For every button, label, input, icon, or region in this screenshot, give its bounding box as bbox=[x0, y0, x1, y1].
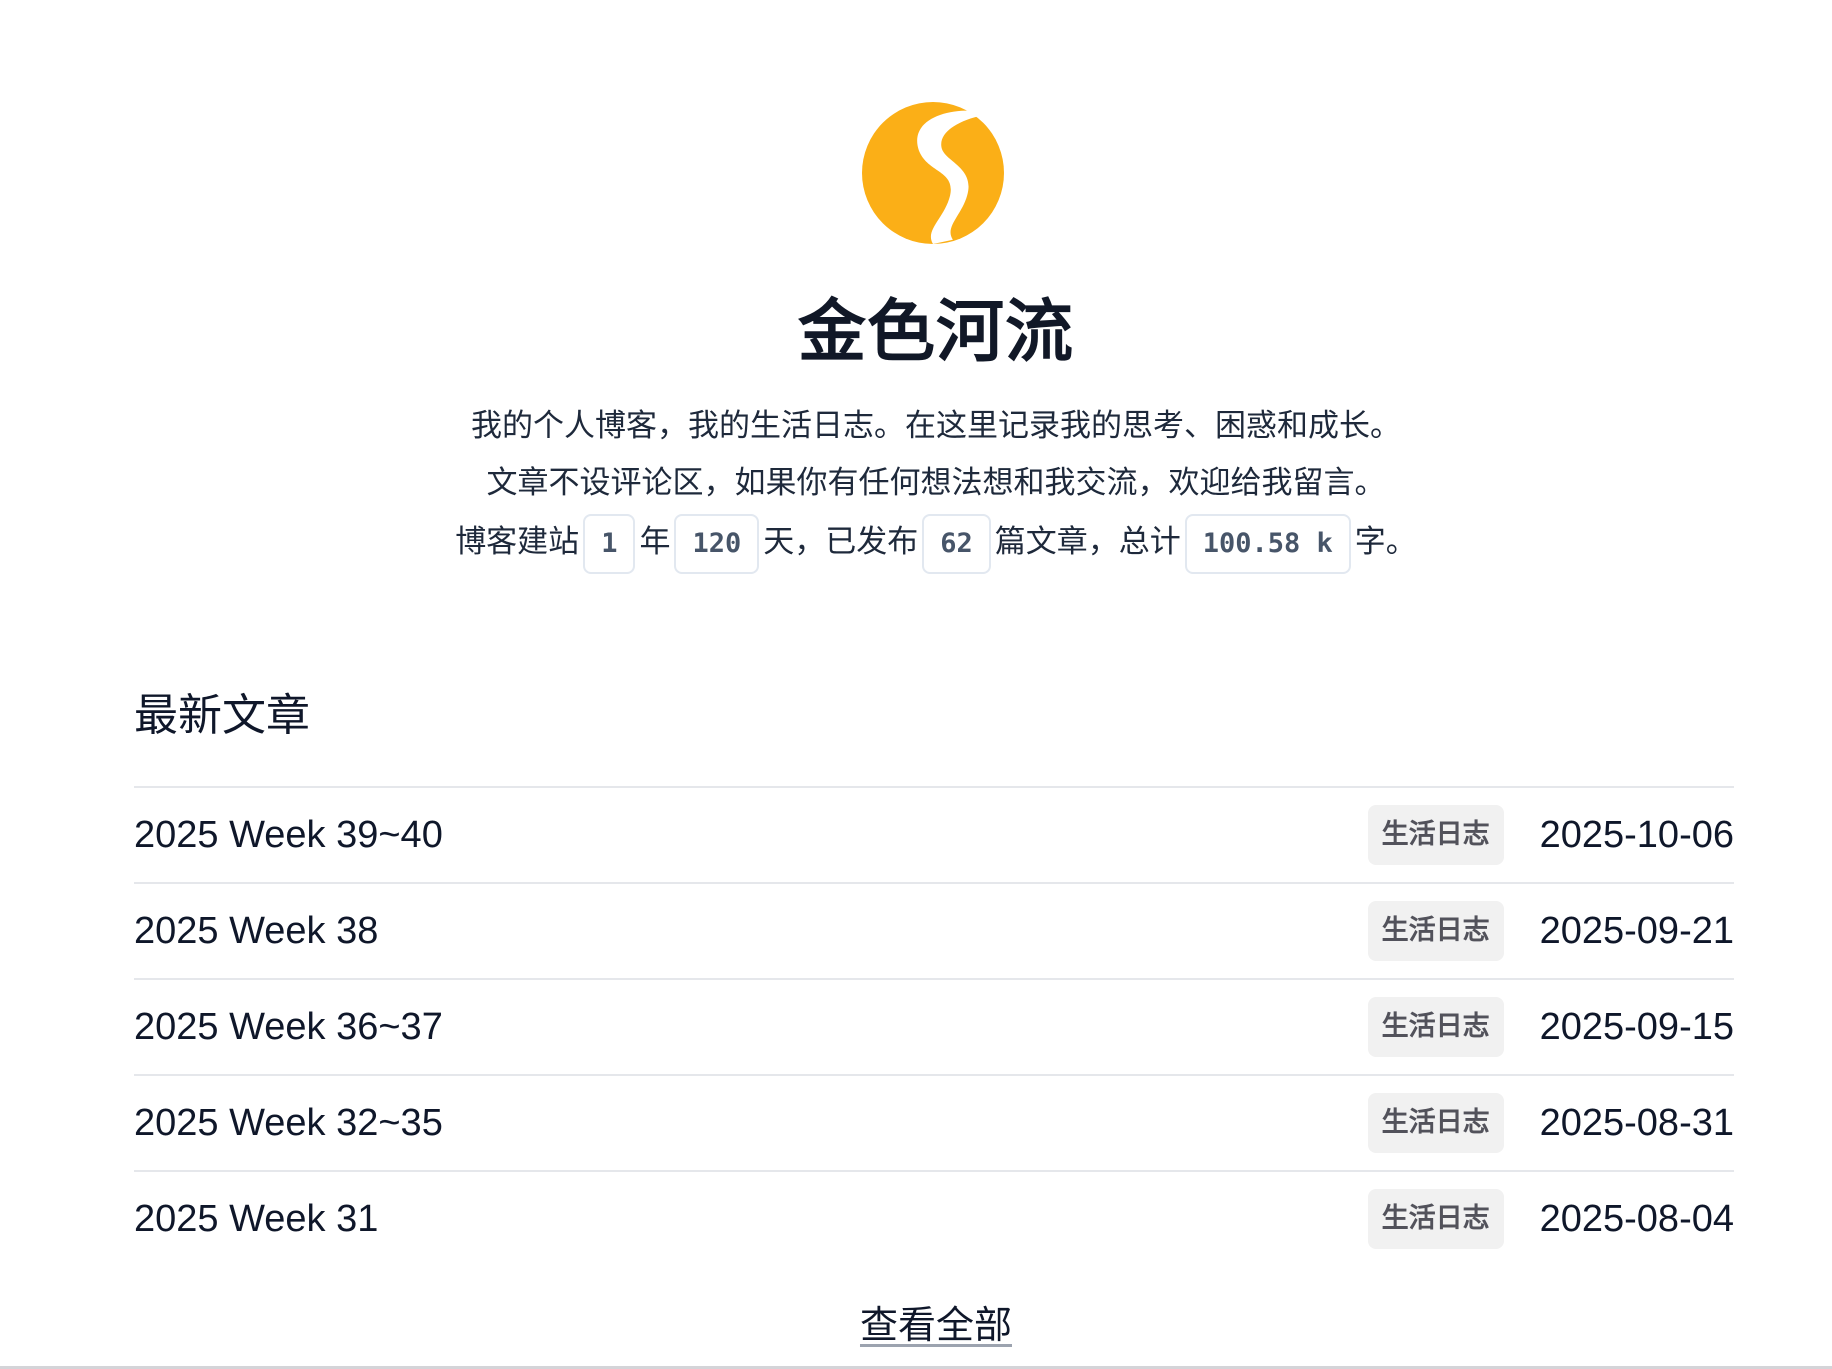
stats-days-unit: 天，已发布 bbox=[763, 524, 919, 560]
post-title[interactable]: 2025 Week 31 bbox=[134, 1198, 378, 1241]
post-row[interactable]: 2025 Week 38 生活日志 2025-09-21 bbox=[134, 882, 1734, 978]
post-title[interactable]: 2025 Week 32~35 bbox=[134, 1102, 443, 1145]
post-date: 2025-09-21 bbox=[1539, 909, 1734, 952]
latest-posts-list: 2025 Week 39~40 生活日志 2025-10-06 2025 Wee… bbox=[134, 786, 1734, 1266]
post-category-tag[interactable]: 生活日志 bbox=[1367, 1093, 1504, 1153]
stats-years-badge: 1 bbox=[583, 513, 636, 574]
view-all-container: 查看全部 bbox=[0, 1300, 1832, 1350]
latest-posts-heading: 最新文章 bbox=[134, 690, 310, 741]
stats-words-unit: 字。 bbox=[1354, 524, 1417, 560]
post-title[interactable]: 2025 Week 38 bbox=[134, 910, 378, 953]
post-title[interactable]: 2025 Week 36~37 bbox=[134, 1006, 443, 1049]
post-category-tag[interactable]: 生活日志 bbox=[1367, 901, 1504, 961]
logo-graphic bbox=[862, 102, 1004, 244]
post-row[interactable]: 2025 Week 36~37 生活日志 2025-09-15 bbox=[134, 978, 1734, 1074]
stats-posts-badge: 62 bbox=[922, 513, 991, 574]
golden-river-logo-icon[interactable] bbox=[862, 102, 1004, 244]
home-page: 金色河流 我的个人博客，我的生活日志。在这里记录我的思考、困惑和成长。 文章不设… bbox=[0, 0, 1832, 1369]
post-meta: 生活日志 2025-08-31 bbox=[1367, 1093, 1734, 1153]
post-date: 2025-09-15 bbox=[1539, 1005, 1734, 1048]
blog-stats: 博客建站 1 年 120 天，已发布 62 篇文章，总计 100.58 k 字。 bbox=[0, 512, 1832, 574]
post-row[interactable]: 2025 Week 39~40 生活日志 2025-10-06 bbox=[134, 786, 1734, 882]
post-title[interactable]: 2025 Week 39~40 bbox=[134, 814, 443, 857]
post-date: 2025-10-06 bbox=[1539, 813, 1734, 856]
post-category-tag[interactable]: 生活日志 bbox=[1367, 997, 1504, 1057]
stats-days-badge: 120 bbox=[674, 513, 760, 574]
stats-prefix: 博客建站 bbox=[455, 524, 580, 560]
post-date: 2025-08-04 bbox=[1539, 1197, 1734, 1240]
post-row[interactable]: 2025 Week 31 生活日志 2025-08-04 bbox=[134, 1170, 1734, 1266]
post-meta: 生活日志 2025-10-06 bbox=[1367, 805, 1734, 865]
intro-line-1: 我的个人博客，我的生活日志。在这里记录我的思考、困惑和成长。 bbox=[471, 408, 1401, 444]
intro-line-2: 文章不设评论区，如果你有任何想法想和我交流，欢迎给我留言。 bbox=[486, 465, 1386, 501]
stats-years-unit: 年 bbox=[639, 524, 671, 560]
view-all-link[interactable]: 查看全部 bbox=[860, 1303, 1012, 1347]
post-category-tag[interactable]: 生活日志 bbox=[1367, 1189, 1504, 1249]
stats-words-badge: 100.58 k bbox=[1184, 513, 1351, 574]
stats-posts-unit: 篇文章，总计 bbox=[994, 524, 1181, 560]
post-date: 2025-08-31 bbox=[1539, 1101, 1734, 1144]
post-category-tag[interactable]: 生活日志 bbox=[1367, 805, 1504, 865]
post-meta: 生活日志 2025-09-21 bbox=[1367, 901, 1734, 961]
post-meta: 生活日志 2025-09-15 bbox=[1367, 997, 1734, 1057]
post-meta: 生活日志 2025-08-04 bbox=[1367, 1189, 1734, 1249]
post-row[interactable]: 2025 Week 32~35 生活日志 2025-08-31 bbox=[134, 1074, 1734, 1170]
site-title: 金色河流 bbox=[797, 293, 1074, 372]
